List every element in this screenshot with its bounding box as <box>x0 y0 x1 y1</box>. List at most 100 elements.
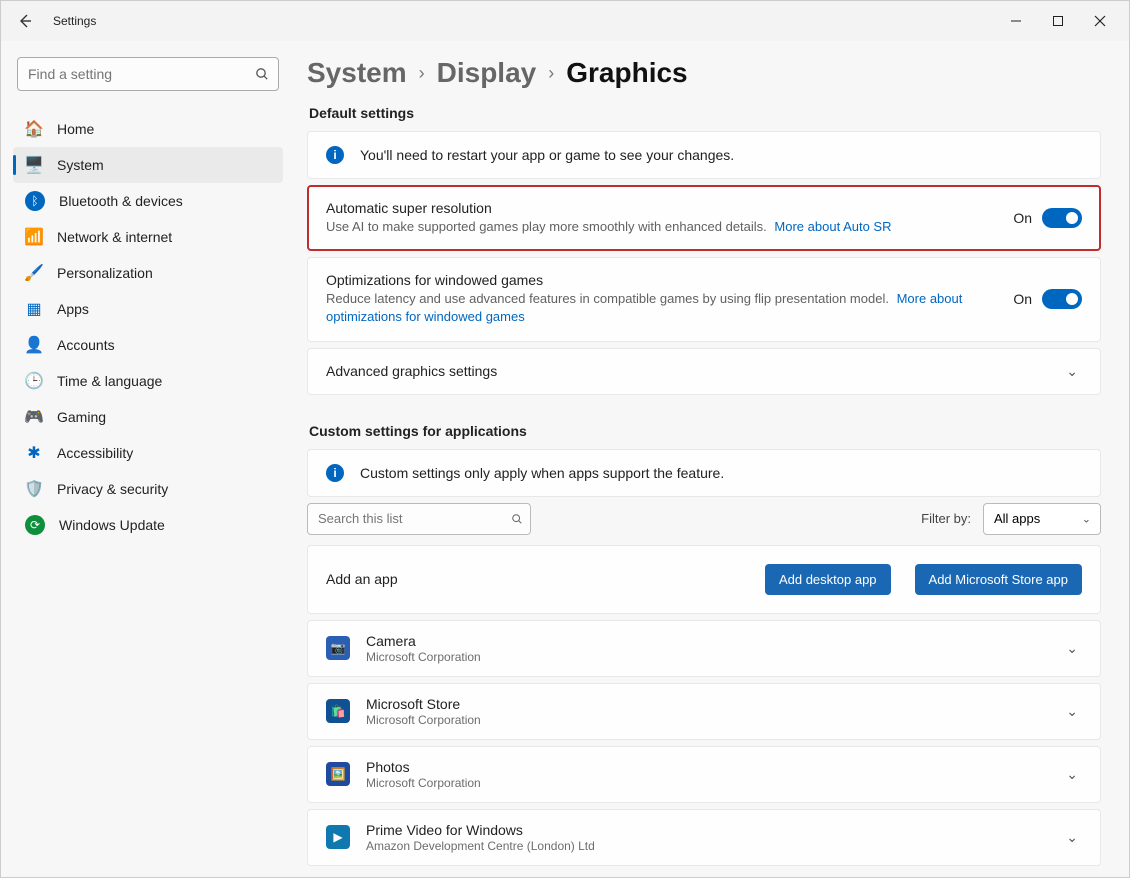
chevron-down-icon: ⌄ <box>1062 640 1082 657</box>
minimize-icon <box>1010 15 1022 27</box>
section-custom-title: Custom settings for applications <box>309 423 1101 439</box>
sidebar-item-time-language[interactable]: 🕒 Time & language <box>13 363 283 399</box>
chevron-right-icon: › <box>548 63 554 84</box>
sidebar-item-label: Bluetooth & devices <box>59 193 183 209</box>
breadcrumb-graphics: Graphics <box>566 57 687 89</box>
owg-desc: Reduce latency and use advanced features… <box>326 291 889 306</box>
auto-sr-toggle[interactable] <box>1042 208 1082 228</box>
advanced-graphics-label: Advanced graphics settings <box>326 363 1046 379</box>
owg-state: On <box>1013 291 1032 307</box>
app-icon: 🖼️ <box>326 762 350 786</box>
window-title: Settings <box>53 14 96 28</box>
sidebar-item-home[interactable]: 🏠 Home <box>13 111 283 147</box>
auto-sr-title: Automatic super resolution <box>326 200 997 216</box>
sidebar-item-label: System <box>57 157 104 173</box>
app-name: Camera <box>366 633 1046 649</box>
chevron-down-icon: ⌄ <box>1062 829 1082 846</box>
sidebar-item-apps[interactable]: ▦ Apps <box>13 291 283 327</box>
sidebar-item-label: Network & internet <box>57 229 172 245</box>
settings-window: Settings 🏠 Home 🖥️System ᛒ Bluetooth & devic… <box>0 0 1130 878</box>
add-desktop-app-button[interactable]: Add desktop app <box>765 564 891 595</box>
search-icon <box>255 67 269 81</box>
home-icon: 🏠 <box>25 120 43 138</box>
accounts-icon: 👤 <box>25 336 43 354</box>
privacy-security-icon: 🛡️ <box>25 480 43 498</box>
app-name: Microsoft Store <box>366 696 1046 712</box>
content-area[interactable]: System › Display › Graphics Default sett… <box>291 41 1129 877</box>
list-search-box <box>307 503 531 535</box>
sidebar: 🏠 Home 🖥️System ᛒ Bluetooth & devices 📶 Networ… <box>1 41 291 877</box>
info-icon: i <box>326 146 344 164</box>
time-language-icon: 🕒 <box>25 372 43 390</box>
sidebar-item-network-internet[interactable]: 📶 Network & internet <box>13 219 283 255</box>
sidebar-item-privacy-security[interactable]: 🛡️ Privacy & security <box>13 471 283 507</box>
search-input[interactable] <box>17 57 279 91</box>
windows-update-icon: ⟳ <box>25 515 45 535</box>
info-custom-card: i Custom settings only apply when apps s… <box>307 449 1101 497</box>
chevron-down-icon: ⌄ <box>1062 703 1082 720</box>
auto-sr-link[interactable]: More about Auto SR <box>774 219 891 234</box>
sidebar-item-personalization[interactable]: 🖌️Personalization <box>13 255 283 291</box>
app-row[interactable]: 🛍️ Microsoft StoreMicrosoft Corporation ⌄ <box>307 683 1101 740</box>
app-icon: 🛍️ <box>326 699 350 723</box>
back-button[interactable] <box>9 5 41 37</box>
app-row[interactable]: 📷 CameraMicrosoft Corporation ⌄ <box>307 620 1101 677</box>
app-publisher: Microsoft Corporation <box>366 776 1046 790</box>
search-box <box>17 57 279 91</box>
advanced-graphics-card[interactable]: Advanced graphics settings ⌄ <box>307 348 1101 395</box>
add-app-label: Add an app <box>326 571 749 587</box>
sidebar-item-accessibility[interactable]: ✱Accessibility <box>13 435 283 471</box>
app-publisher: Microsoft Corporation <box>366 650 1046 664</box>
filter-label: Filter by: <box>921 511 971 526</box>
sidebar-item-accounts[interactable]: 👤Accounts <box>13 327 283 363</box>
app-icon: 📷 <box>326 636 350 660</box>
chevron-down-icon: ⌄ <box>1062 766 1082 783</box>
arrow-left-icon <box>17 13 33 29</box>
add-store-app-button[interactable]: Add Microsoft Store app <box>915 564 1082 595</box>
app-name: Prime Video for Windows <box>366 822 1046 838</box>
sidebar-item-label: Accessibility <box>57 445 133 461</box>
sidebar-item-bluetooth-devices[interactable]: ᛒ Bluetooth & devices <box>13 183 283 219</box>
close-button[interactable] <box>1079 5 1121 37</box>
add-app-card: Add an app Add desktop app Add Microsoft… <box>307 545 1101 614</box>
maximize-button[interactable] <box>1037 5 1079 37</box>
breadcrumb-display[interactable]: Display <box>437 57 537 89</box>
breadcrumb-system[interactable]: System <box>307 57 407 89</box>
maximize-icon <box>1052 15 1064 27</box>
info-custom-text: Custom settings only apply when apps sup… <box>360 465 1082 481</box>
filter-select[interactable]: All apps <box>983 503 1101 535</box>
app-publisher: Amazon Development Centre (London) Ltd <box>366 839 1046 853</box>
app-row[interactable]: ▶ Prime Video for WindowsAmazon Developme… <box>307 809 1101 866</box>
breadcrumb: System › Display › Graphics <box>307 57 1101 89</box>
bluetooth-devices-icon: ᛒ <box>25 191 45 211</box>
sidebar-item-label: Home <box>57 121 94 137</box>
apps-icon: ▦ <box>25 300 43 318</box>
network-internet-icon: 📶 <box>25 228 43 246</box>
sidebar-item-gaming[interactable]: 🎮 Gaming <box>13 399 283 435</box>
list-search-input[interactable] <box>307 503 531 535</box>
app-name: Photos <box>366 759 1046 775</box>
search-icon <box>511 513 523 525</box>
owg-title: Optimizations for windowed games <box>326 272 997 288</box>
sidebar-item-system[interactable]: 🖥️System <box>13 147 283 183</box>
info-icon: i <box>326 464 344 482</box>
sidebar-item-label: Gaming <box>57 409 106 425</box>
info-restart-text: You'll need to restart your app or game … <box>360 147 1082 163</box>
chevron-down-icon: ⌄ <box>1062 363 1082 380</box>
sidebar-item-label: Apps <box>57 301 89 317</box>
chevron-right-icon: › <box>419 63 425 84</box>
close-icon <box>1094 15 1106 27</box>
gaming-icon: 🎮 <box>25 408 43 426</box>
minimize-button[interactable] <box>995 5 1037 37</box>
owg-card: Optimizations for windowed games Reduce … <box>307 257 1101 341</box>
app-icon: ▶ <box>326 825 350 849</box>
sidebar-item-label: Privacy & security <box>57 481 168 497</box>
filter-row: Filter by: All apps ⌄ <box>307 503 1101 535</box>
info-restart-card: i You'll need to restart your app or gam… <box>307 131 1101 179</box>
app-publisher: Microsoft Corporation <box>366 713 1046 727</box>
title-bar: Settings <box>1 1 1129 41</box>
owg-toggle[interactable] <box>1042 289 1082 309</box>
app-row[interactable]: 🖼️ PhotosMicrosoft Corporation ⌄ <box>307 746 1101 803</box>
sidebar-item-windows-update[interactable]: ⟳Windows Update <box>13 507 283 543</box>
sidebar-item-label: Time & language <box>57 373 162 389</box>
